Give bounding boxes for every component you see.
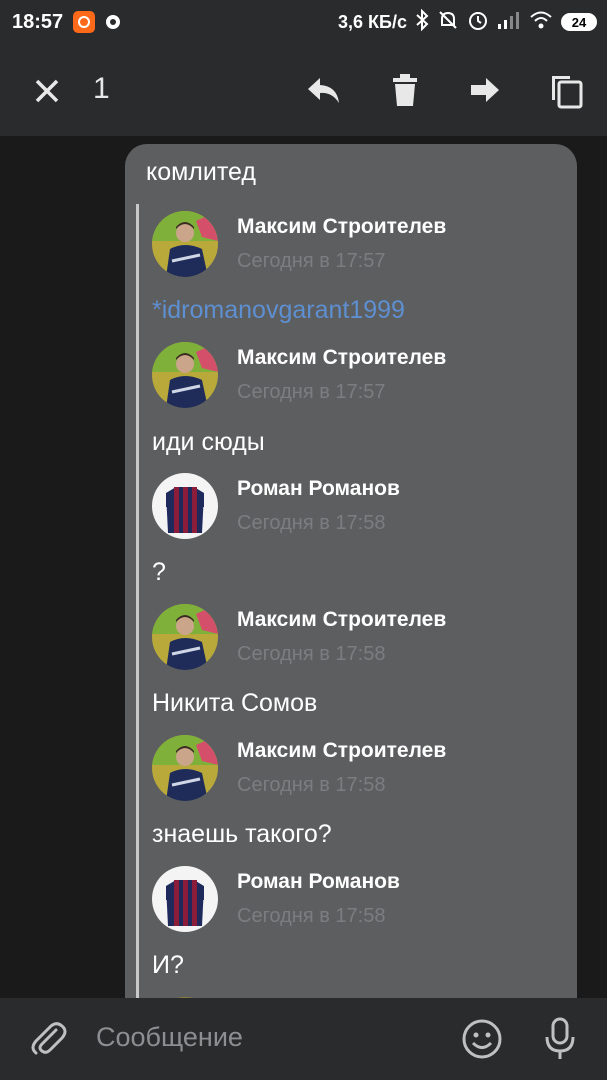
forward-quote-line xyxy=(136,204,139,998)
avatar[interactable] xyxy=(152,735,218,801)
message-time: Сегодня в 17:58 xyxy=(237,905,386,927)
avatar[interactable] xyxy=(152,866,218,932)
bluetooth-icon xyxy=(415,8,429,36)
message-composer: Сообщение xyxy=(0,998,607,1080)
message-time: Сегодня в 17:58 xyxy=(237,643,386,665)
emoji-icon[interactable] xyxy=(461,1018,503,1060)
signal-icon xyxy=(497,10,521,35)
chat-area[interactable]: комлитед Максим Строителев Сегодня в 17:… xyxy=(0,136,607,998)
author-name: Максим Строителев xyxy=(237,739,447,762)
author-name: Роман Романов xyxy=(237,870,400,893)
battery-icon: 24 xyxy=(561,13,597,31)
selected-message-bubble[interactable]: комлитед Максим Строителев Сегодня в 17:… xyxy=(125,144,577,998)
author-name: Роман Романов xyxy=(237,477,400,500)
net-speed: 3,6 КБ/с xyxy=(338,11,407,32)
status-bar: 18:57 3,6 КБ/с 24 xyxy=(0,0,607,44)
avatar[interactable] xyxy=(152,342,218,408)
forwarded-text: знаешь такого? xyxy=(152,820,332,848)
author-name: Максим Строителев xyxy=(237,215,447,238)
close-icon[interactable] xyxy=(30,74,64,108)
forward-icon[interactable] xyxy=(465,70,505,110)
avatar[interactable] xyxy=(152,473,218,539)
message-text: комлитед xyxy=(146,158,256,186)
app-notification-icon xyxy=(73,11,96,33)
sync-icon xyxy=(103,12,123,32)
message-time: Сегодня в 17:58 xyxy=(237,774,386,796)
mic-icon[interactable] xyxy=(540,1016,580,1062)
message-input[interactable]: Сообщение xyxy=(96,1022,243,1053)
selected-count: 1 xyxy=(93,72,110,105)
copy-icon[interactable] xyxy=(546,70,586,110)
delete-icon[interactable] xyxy=(385,70,425,110)
forwarded-link[interactable]: *idromanovgarant1999 xyxy=(152,296,405,325)
avatar[interactable] xyxy=(152,211,218,277)
message-time: Сегодня в 17:57 xyxy=(237,250,386,272)
forwarded-text: ? xyxy=(152,558,166,586)
forwarded-text: И? xyxy=(152,951,184,979)
author-name: Максим Строителев xyxy=(237,608,447,631)
author-name: Максим Строителев xyxy=(237,346,447,369)
status-time: 18:57 xyxy=(12,10,64,33)
message-time: Сегодня в 17:58 xyxy=(237,512,386,534)
alarm-icon xyxy=(467,9,489,36)
message-time: Сегодня в 17:57 xyxy=(237,381,386,403)
mute-icon xyxy=(437,9,459,36)
attach-icon[interactable] xyxy=(28,1018,68,1058)
avatar[interactable] xyxy=(152,604,218,670)
forwarded-text: Никита Сомов xyxy=(152,689,318,717)
forwarded-text: иди сюды xyxy=(152,428,265,456)
wifi-icon xyxy=(529,10,553,35)
reply-icon[interactable] xyxy=(304,70,344,110)
selection-action-bar: 1 xyxy=(0,44,607,136)
